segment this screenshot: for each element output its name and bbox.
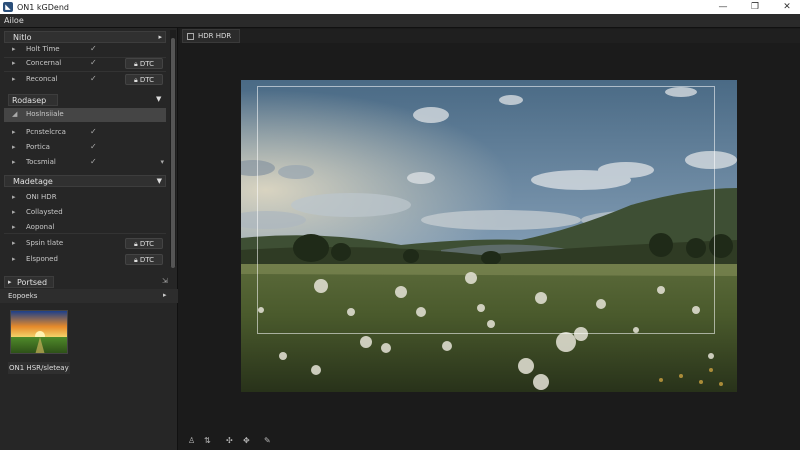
panel-row[interactable]: ▸ Concernal ✓ 🔒︎ DTC <box>4 57 166 71</box>
minimize-button[interactable]: — <box>712 0 734 14</box>
lock-icon: 🔒︎ <box>133 76 138 84</box>
presets-header-label: Eopoeks <box>8 292 38 300</box>
caret-right-icon: ▸ <box>158 33 162 41</box>
expand-icon: ▸ <box>12 223 16 231</box>
person-icon[interactable]: ♙ <box>188 436 195 445</box>
check-icon[interactable]: ✓ <box>90 157 97 166</box>
expand-icon: ▸ <box>12 255 16 263</box>
check-icon[interactable]: ✓ <box>90 142 97 151</box>
pen-icon[interactable]: ✎ <box>264 436 271 445</box>
panel-scrollbar[interactable] <box>170 30 176 268</box>
tab-label: HDR HDR <box>198 32 232 40</box>
lock-icon: 🔒︎ <box>133 256 138 264</box>
check-icon[interactable]: ✓ <box>90 44 97 53</box>
panel-row[interactable]: ▸ Holt Time ✓ <box>4 43 166 57</box>
expand-icon: ▸ <box>12 208 16 216</box>
row-label: Tocsmial <box>26 158 56 166</box>
chevron-down-icon[interactable]: ▾ <box>160 158 164 166</box>
button-label: DTC <box>139 76 155 84</box>
panel-row[interactable]: ▸ Tocsmial ✓ ▾ <box>4 156 166 170</box>
panel-collapse-icon[interactable]: ⇲ <box>162 277 168 285</box>
expand-icon: ▸ <box>12 75 16 83</box>
scrollbar-thumb[interactable] <box>171 38 175 268</box>
dtc-button[interactable]: 🔒︎ DTC <box>125 58 163 69</box>
row-label: Holt Time <box>26 45 60 53</box>
panel-row[interactable]: ▸ Collaysted <box>4 206 166 220</box>
maximize-button[interactable]: ❐ <box>744 0 766 14</box>
caret-down-icon[interactable]: ▼ <box>156 95 161 103</box>
expand-icon: ▸ <box>12 45 16 53</box>
row-label: Concernal <box>26 59 62 67</box>
tab-hdr[interactable]: HDR HDR <box>182 29 240 43</box>
panel-row[interactable]: ▸ Portica ✓ <box>4 141 166 155</box>
presets-tab-label: Portsed <box>17 278 48 287</box>
preset-thumbnail[interactable] <box>10 310 68 354</box>
row-label: Portica <box>26 143 50 151</box>
check-icon[interactable]: ✓ <box>90 127 97 136</box>
panel-row[interactable]: ▸ Reconcal ✓ 🔒︎ DTC <box>4 73 166 87</box>
expand-icon: ▸ <box>12 59 16 67</box>
section-label: Rodasep <box>12 96 47 105</box>
lock-icon: 🔒︎ <box>133 60 138 68</box>
title-bar: ◣ ON1 kGDend <box>0 0 800 14</box>
presets-header-bar: Eopoeks ▸ <box>0 289 178 303</box>
button-label: DTC <box>139 60 155 68</box>
section-header-madetage[interactable]: Madetage ▼ <box>4 175 166 187</box>
preset-caption: ON1 HSR/sleteay <box>8 362 70 374</box>
section-label: Nitlo <box>13 33 32 42</box>
expand-icon: ▸ <box>12 158 16 166</box>
divider <box>4 71 166 72</box>
row-label: Elsponed <box>26 255 58 263</box>
row-label: Spsin tlate <box>26 239 64 247</box>
move-icon[interactable]: ✥ <box>243 436 250 445</box>
dtc-button[interactable]: 🔒︎ DTC <box>125 254 163 265</box>
panel-row[interactable]: ▸ ONI HDR <box>4 191 166 205</box>
caret-down-icon: ▼ <box>156 177 162 185</box>
section-header-rodasep[interactable]: Rodasep <box>8 94 58 106</box>
menu-item[interactable]: Ailoe <box>4 16 24 25</box>
panel-row-selected[interactable]: ◢ Hoslnsiiale <box>4 108 166 122</box>
preset-thumbnail-image <box>11 311 67 353</box>
panel-row[interactable]: ▸ Spsin tlate 🔒︎ DTC <box>4 237 166 251</box>
button-label: DTC <box>139 240 155 248</box>
caret-right-icon[interactable]: ▸ <box>163 291 167 299</box>
row-label: Reconcal <box>26 75 58 83</box>
checkbox-icon <box>187 33 194 40</box>
row-label: Hoslnsiiale <box>26 110 64 118</box>
menu-bar: Ailoe <box>0 14 800 28</box>
dtc-button[interactable]: 🔒︎ DTC <box>125 74 163 85</box>
row-label: Collaysted <box>26 208 63 216</box>
divider <box>4 233 166 234</box>
lock-icon: 🔒︎ <box>133 240 138 248</box>
tab-bar: HDR HDR <box>180 29 800 43</box>
row-label: Pcnstelcrca <box>26 128 66 136</box>
expand-icon: ▸ <box>12 239 16 247</box>
expand-icon: ▸ <box>12 128 16 136</box>
row-label: Aoponal <box>26 223 55 231</box>
crop-rotate-icon[interactable]: ✣ <box>226 436 233 445</box>
expand-icon: ▸ <box>12 193 16 201</box>
crop-overlay[interactable] <box>257 86 715 334</box>
dtc-button[interactable]: 🔒︎ DTC <box>125 238 163 249</box>
app-logo-icon: ◣ <box>3 2 13 12</box>
caret-right-icon: ▸ <box>8 278 12 286</box>
panel-row[interactable]: ▸ Pcnstelcrca ✓ <box>4 126 166 140</box>
check-icon[interactable]: ✓ <box>90 58 97 67</box>
check-icon[interactable]: ✓ <box>90 74 97 83</box>
section-header-nitlo[interactable]: Nitlo ▸ <box>4 31 166 43</box>
close-button[interactable]: ✕ <box>776 0 798 14</box>
arrows-icon[interactable]: ⇅ <box>204 436 211 445</box>
row-label: ONI HDR <box>26 193 57 201</box>
expand-icon: ▸ <box>12 143 16 151</box>
presets-tab[interactable]: Portsed ▸ <box>4 276 54 288</box>
section-label: Madetage <box>13 177 53 186</box>
brush-icon: ◢ <box>12 110 18 118</box>
window-title: ON1 kGDend <box>17 2 69 12</box>
panel-row[interactable]: ▸ Elsponed 🔒︎ DTC <box>4 253 166 267</box>
button-label: DTC <box>139 256 155 264</box>
